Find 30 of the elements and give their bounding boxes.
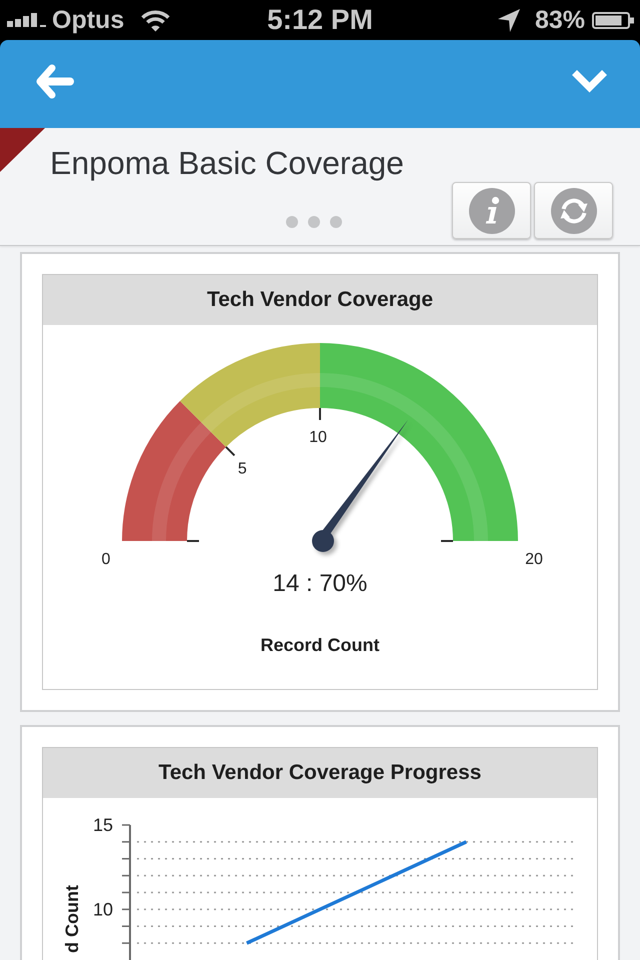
location-arrow-icon [498, 8, 520, 32]
signal-strength-icon [7, 13, 46, 27]
info-button[interactable] [452, 182, 531, 239]
axis-tick-label: 15 [92, 815, 113, 835]
tick-label: 10 [309, 429, 327, 446]
battery-icon [592, 12, 634, 28]
refresh-icon [550, 188, 596, 234]
corner-triangle-icon [0, 128, 45, 172]
refresh-button[interactable] [534, 182, 613, 239]
tick-mark [187, 540, 199, 542]
chevron-down-icon [571, 68, 608, 94]
clock-time: 5:12 PM [267, 5, 373, 35]
wifi-icon [140, 8, 172, 32]
axis-title: d Count [62, 885, 82, 953]
tick-label: 5 [238, 460, 247, 478]
gauge-reading: 14 : 70% [272, 570, 368, 597]
axis-label: Record Count [260, 635, 380, 655]
battery-percentage: 83% [534, 5, 585, 35]
axis-tick-label: 10 [92, 899, 113, 920]
info-icon [468, 188, 514, 234]
tick-label: 20 [525, 551, 543, 568]
chart-title: Tech Vendor Coverage Progress [158, 761, 482, 785]
tick-mark [319, 408, 321, 420]
tick-label: 0 [102, 551, 110, 568]
chart-title: Tech Vendor Coverage [206, 288, 434, 312]
carrier-name: Optus [52, 5, 124, 35]
three-dots-icon[interactable] [286, 216, 342, 228]
tick-mark [225, 446, 236, 456]
tick-mark [441, 540, 453, 542]
dashboard-title: Enpoma Basic Coverage [50, 145, 404, 181]
